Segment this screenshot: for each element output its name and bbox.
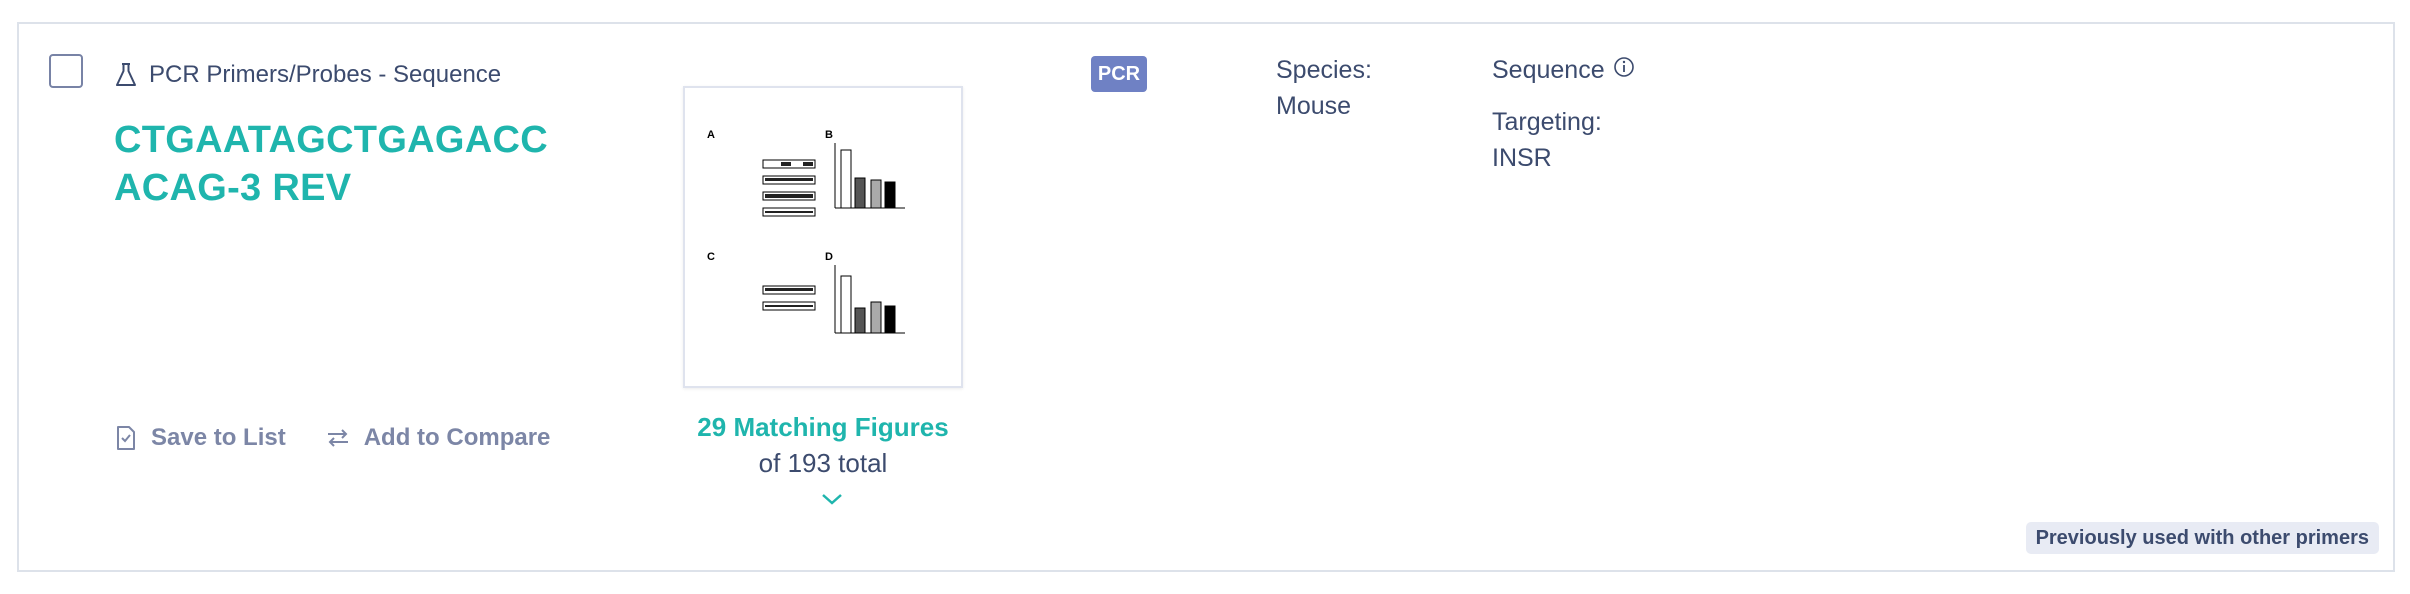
save-to-list-button[interactable]: Save to List — [115, 424, 286, 452]
result-type-label: PCR Primers/Probes - Sequence — [149, 61, 502, 88]
pcr-badge: PCR — [1091, 56, 1147, 92]
add-to-compare-label: Add to Compare — [363, 424, 551, 451]
total-figures-count: of 193 total — [758, 448, 888, 478]
species-label: Species: — [1276, 56, 1372, 84]
sequence-label-row: Sequence — [1492, 56, 1635, 85]
add-to-compare-button[interactable]: Add to Compare — [326, 424, 551, 452]
matching-figures-link[interactable]: 29 Matching Figures — [683, 412, 963, 443]
previously-used-badge: Previously used with other primers — [2025, 522, 2379, 554]
compare-arrows-icon — [326, 427, 350, 449]
targeting-label: Targeting: — [1492, 108, 1602, 136]
chevron-down-icon[interactable] — [821, 492, 843, 511]
result-type: PCR Primers/Probes - Sequence — [115, 58, 501, 92]
select-checkbox[interactable] — [49, 54, 83, 88]
species-value: Mouse — [1276, 92, 1352, 120]
svg-text:D: D — [825, 251, 833, 263]
svg-text:B: B — [825, 129, 833, 141]
result-actions: Save to List Add to Compare — [115, 424, 550, 452]
save-to-list-label: Save to List — [151, 424, 286, 451]
result-title[interactable]: CTGAATAGCTGAGACCACAG-3 REV — [114, 116, 574, 212]
sequence-label: Sequence — [1492, 56, 1605, 84]
result-card: PCR Primers/Probes - Sequence CTGAATAGCT… — [17, 22, 2395, 572]
save-list-icon — [115, 425, 137, 451]
svg-text:C: C — [707, 251, 715, 263]
figure-image: A B C D — [707, 129, 905, 334]
info-icon[interactable] — [1613, 56, 1635, 85]
svg-text:A: A — [707, 129, 715, 141]
targeting-value: INSR — [1492, 144, 1552, 172]
figure-thumbnail[interactable]: A B C D — [683, 86, 963, 388]
flask-icon — [115, 62, 137, 88]
